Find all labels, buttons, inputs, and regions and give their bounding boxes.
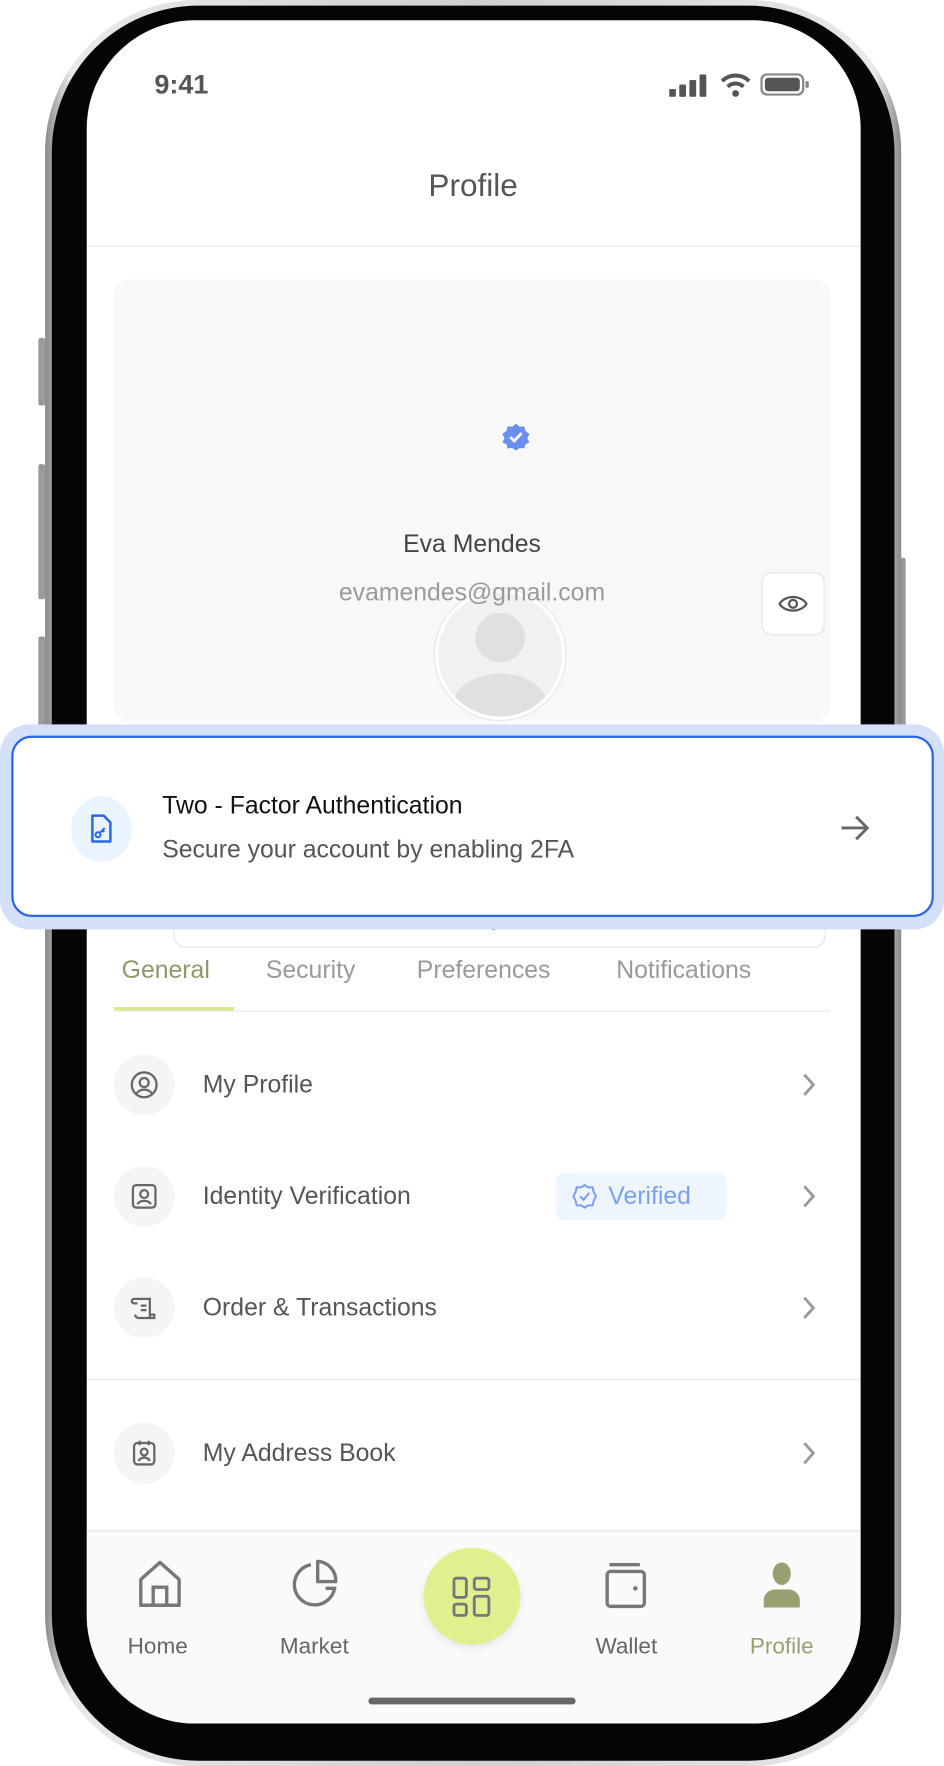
wifi-icon bbox=[720, 73, 751, 97]
home-indicator bbox=[368, 1697, 576, 1705]
chevron-right-icon bbox=[803, 1073, 816, 1096]
chevron-right-icon bbox=[803, 1442, 816, 1465]
signal-icon bbox=[669, 74, 707, 97]
verified-label: Verified bbox=[608, 1181, 691, 1210]
nav-profile-label: Profile bbox=[749, 1634, 814, 1660]
receipt-icon bbox=[113, 1277, 175, 1339]
grid-icon bbox=[452, 1576, 491, 1617]
tabs-divider bbox=[113, 1010, 831, 1012]
profile-card: Eva Mendes evamendes@gmail.com Edit prof… bbox=[113, 279, 831, 948]
status-time: 9:41 bbox=[154, 69, 209, 101]
nav-profile[interactable]: Profile bbox=[737, 1543, 827, 1667]
battery-icon bbox=[760, 73, 809, 96]
menu-item-address-book[interactable]: My Address Book bbox=[113, 1422, 830, 1484]
wallet-icon bbox=[605, 1563, 647, 1609]
nav-wallet-label: Wallet bbox=[595, 1634, 658, 1660]
verified-status-badge: Verified bbox=[555, 1172, 727, 1220]
nav-home[interactable]: Home bbox=[113, 1543, 203, 1667]
profile-email: evamendes@gmail.com bbox=[338, 577, 606, 607]
eye-icon bbox=[778, 595, 808, 612]
avatar-placeholder-icon bbox=[452, 612, 548, 717]
chevron-right-icon bbox=[803, 1185, 816, 1208]
key-document-icon bbox=[91, 814, 112, 843]
tab-preferences[interactable]: Preferences bbox=[417, 955, 551, 984]
tab-security[interactable]: Security bbox=[266, 955, 356, 984]
arrow-right-icon bbox=[841, 815, 870, 841]
dashboard-button[interactable] bbox=[423, 1547, 521, 1645]
nav-home-label: Home bbox=[127, 1634, 188, 1660]
menu-item-order-transactions[interactable]: Order & Transactions bbox=[113, 1277, 830, 1339]
volume-up-button bbox=[38, 464, 46, 600]
nav-market[interactable]: Market bbox=[267, 1543, 362, 1667]
two-factor-banner[interactable]: Two - Factor Authentication Secure your … bbox=[11, 735, 934, 917]
home-icon bbox=[139, 1560, 181, 1607]
tab-notifications[interactable]: Notifications bbox=[616, 955, 751, 984]
profile-icon bbox=[763, 1562, 800, 1608]
verified-badge-icon bbox=[500, 421, 532, 453]
menu-item-identity-verification[interactable]: Identity Verification Verified bbox=[113, 1165, 830, 1227]
two-factor-subtitle: Secure your account by enabling 2FA bbox=[162, 834, 575, 863]
avatar bbox=[434, 589, 566, 720]
contact-book-icon bbox=[113, 1422, 175, 1484]
id-card-icon bbox=[113, 1165, 175, 1227]
nav-market-label: Market bbox=[279, 1634, 349, 1660]
mute-switch bbox=[38, 337, 46, 406]
toggle-visibility-button[interactable] bbox=[761, 572, 825, 636]
verified-check-icon bbox=[572, 1183, 598, 1209]
tab-general[interactable]: General bbox=[122, 955, 210, 984]
section-divider bbox=[86, 1378, 861, 1380]
page-title: Profile bbox=[428, 167, 518, 203]
menu-item-my-profile[interactable]: My Profile bbox=[113, 1054, 830, 1116]
two-factor-icon-wrap bbox=[70, 796, 132, 862]
menu-item-label: Order & Transactions bbox=[202, 1293, 437, 1322]
menu-item-label: My Address Book bbox=[202, 1438, 396, 1467]
menu-item-label: My Profile bbox=[202, 1070, 313, 1099]
bottom-nav: Home Market Wallet Profile bbox=[86, 1529, 861, 1724]
header-divider bbox=[86, 245, 861, 247]
menu-item-label: Identity Verification bbox=[202, 1181, 411, 1210]
nav-wallet[interactable]: Wallet bbox=[581, 1543, 671, 1667]
active-tab-underline bbox=[113, 1007, 235, 1011]
two-factor-title: Two - Factor Authentication bbox=[162, 790, 463, 819]
pie-chart-icon bbox=[292, 1559, 338, 1607]
user-circle-icon bbox=[113, 1054, 175, 1116]
chevron-right-icon bbox=[803, 1296, 816, 1319]
profile-name: Eva Mendes bbox=[403, 529, 541, 558]
